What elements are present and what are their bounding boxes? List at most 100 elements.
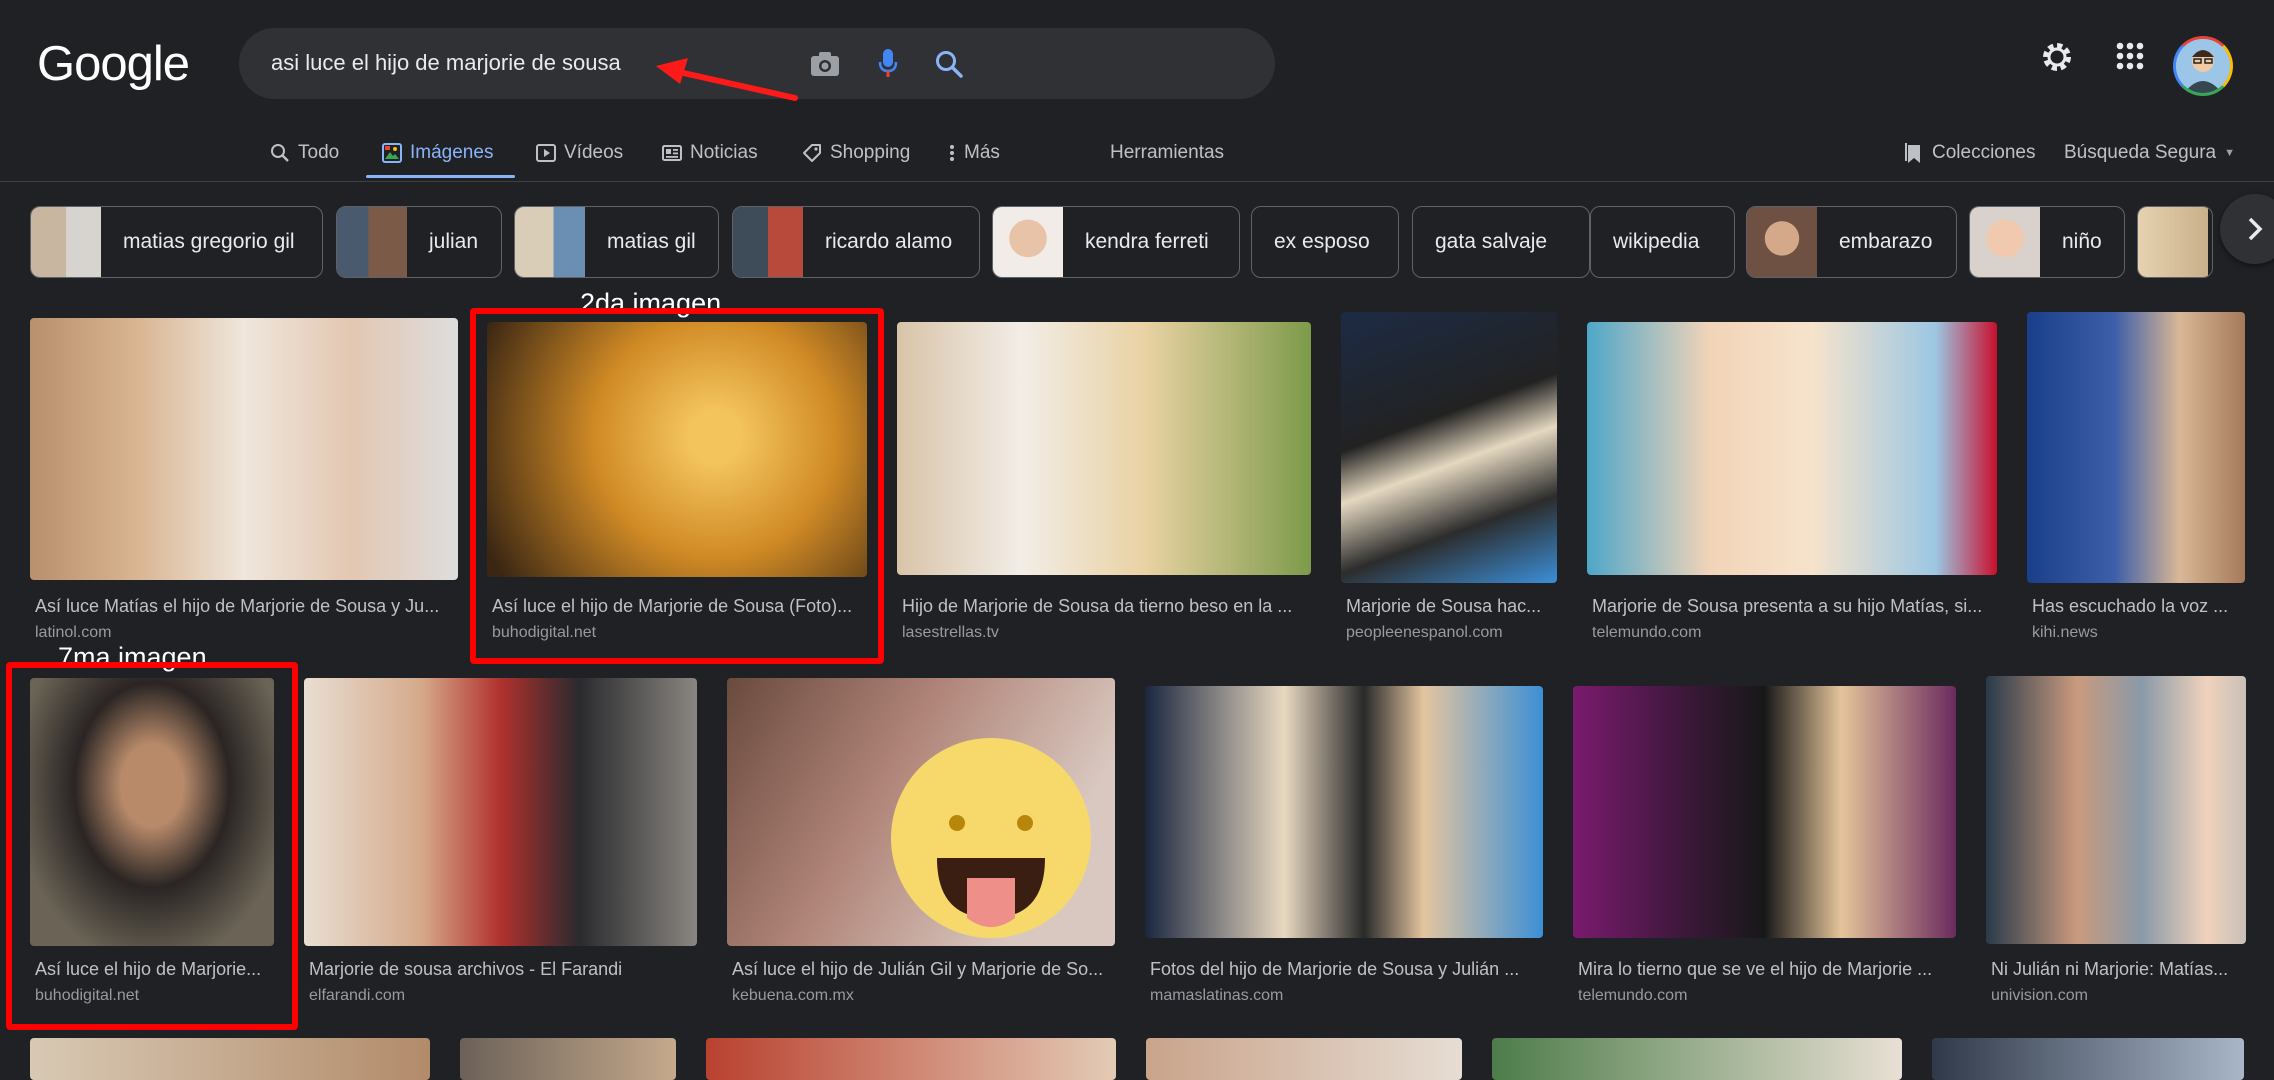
chip-wikipedia[interactable]: wikipedia — [1590, 206, 1735, 278]
mic-icon[interactable] — [870, 46, 906, 82]
camera-icon[interactable] — [807, 46, 843, 82]
result-thumbnail[interactable] — [304, 678, 697, 946]
result-card[interactable]: Marjorie de sousa archivos - El Farandi … — [304, 678, 697, 1008]
result-title[interactable]: Así luce Matías el hijo de Marjorie de S… — [35, 596, 455, 617]
chip-gata-salvaje[interactable]: gata salvaje — [1412, 206, 1590, 278]
chip-label: matias gregorio gil — [123, 230, 295, 253]
tab-label: Shopping — [830, 142, 911, 163]
result-title[interactable]: Has escuchado la voz ... — [2032, 596, 2242, 617]
result-site[interactable]: univision.com — [1991, 987, 2088, 1005]
result-site[interactable]: mamaslatinas.com — [1150, 987, 1283, 1005]
result-thumbnail[interactable] — [1146, 1038, 1462, 1080]
result-title[interactable]: Ni Julián ni Marjorie: Matías... — [1991, 959, 2243, 980]
result-thumbnail[interactable] — [706, 1038, 1116, 1080]
result-thumbnail[interactable] — [1932, 1038, 2244, 1080]
result-card[interactable] — [1492, 1038, 1902, 1080]
tab-label: Vídeos — [564, 142, 624, 163]
result-card[interactable] — [1146, 1038, 1462, 1080]
chip-matias-gil[interactable]: matias gil — [514, 206, 719, 278]
result-title[interactable]: Hijo de Marjorie de Sousa da tierno beso… — [902, 596, 1308, 617]
result-thumbnail[interactable] — [897, 322, 1311, 575]
result-card[interactable] — [30, 1038, 430, 1080]
result-thumbnail[interactable] — [460, 1038, 676, 1080]
result-card[interactable] — [1932, 1038, 2244, 1080]
result-thumbnail[interactable] — [1341, 312, 1557, 583]
tab-label: Todo — [298, 142, 340, 163]
search-icon[interactable] — [931, 46, 967, 82]
result-card[interactable]: Marjorie de Sousa hac... peopleenespanol… — [1341, 312, 1557, 642]
chip-thumbnail — [515, 207, 585, 277]
result-title[interactable]: Marjorie de sousa archivos - El Farandi — [309, 959, 695, 980]
chip-label: julian — [429, 230, 479, 253]
result-thumbnail[interactable] — [1145, 686, 1543, 938]
google-logo[interactable]: Google — [37, 36, 190, 92]
result-card[interactable]: Fotos del hijo de Marjorie de Sousa y Ju… — [1145, 686, 1543, 1008]
result-card[interactable]: Ni Julián ni Marjorie: Matías... univisi… — [1986, 676, 2246, 1008]
result-card[interactable]: Marjorie de Sousa presenta a su hijo Mat… — [1587, 322, 1997, 642]
result-thumbnail[interactable] — [1986, 676, 2246, 944]
result-card[interactable] — [460, 1038, 676, 1080]
chip-julian[interactable]: julian — [336, 206, 502, 278]
tab-more[interactable]: Más — [948, 136, 1000, 170]
chip-nino[interactable]: niño — [1969, 206, 2125, 278]
tools-button[interactable]: Herramientas — [1110, 136, 1224, 170]
result-card[interactable]: Así luce el hijo de Julián Gil y Marjori… — [727, 678, 1115, 1008]
more-vert-icon — [950, 145, 954, 161]
result-thumbnail[interactable] — [30, 318, 458, 580]
avatar[interactable] — [2173, 36, 2233, 96]
result-thumbnail[interactable] — [1587, 322, 1997, 575]
result-title[interactable]: Mira lo tierno que se ve el hijo de Marj… — [1578, 959, 1954, 980]
chip-partial[interactable] — [2137, 206, 2213, 278]
result-site[interactable]: elfarandi.com — [309, 987, 405, 1005]
chip-label: gata salvaje — [1435, 230, 1548, 253]
result-site[interactable]: latinol.com — [35, 624, 111, 642]
result-site[interactable]: telemundo.com — [1592, 624, 1701, 642]
chip-ricardo-alamo[interactable]: ricardo alamo — [732, 206, 980, 278]
chip-matias-gregorio-gil[interactable]: matias gregorio gil — [30, 206, 323, 278]
result-card[interactable]: Así luce Matías el hijo de Marjorie de S… — [30, 318, 458, 641]
result-card[interactable]: Has escuchado la voz ... kihi.news — [2027, 312, 2245, 642]
result-thumbnail[interactable] — [1492, 1038, 1902, 1080]
result-title[interactable]: Fotos del hijo de Marjorie de Sousa y Ju… — [1150, 959, 1542, 980]
tab-news[interactable]: Noticias — [662, 136, 758, 170]
tab-videos[interactable]: Vídeos — [536, 136, 623, 170]
chip-thumbnail — [337, 207, 407, 277]
chip-thumbnail — [733, 207, 803, 277]
collections-button[interactable]: Colecciones — [1904, 136, 2036, 170]
result-card[interactable]: Hijo de Marjorie de Sousa da tierno beso… — [897, 322, 1311, 642]
result-site[interactable]: peopleenespanol.com — [1346, 624, 1503, 642]
result-site[interactable]: lasestrellas.tv — [902, 624, 999, 642]
result-thumbnail[interactable] — [30, 1038, 430, 1080]
result-title[interactable]: Marjorie de Sousa presenta a su hijo Mat… — [1592, 596, 1994, 617]
apps-grid-icon[interactable] — [2114, 40, 2146, 77]
chip-thumbnail — [1747, 207, 1817, 277]
result-site[interactable]: kihi.news — [2032, 624, 2098, 642]
result-site[interactable]: telemundo.com — [1578, 987, 1687, 1005]
chip-label: wikipedia — [1613, 230, 1700, 253]
tab-images[interactable]: Imágenes — [382, 136, 493, 170]
chips-next-button[interactable] — [2220, 194, 2274, 264]
result-title[interactable]: Marjorie de Sousa hac... — [1346, 596, 1556, 617]
result-title[interactable]: Así luce el hijo de Julián Gil y Marjori… — [732, 959, 1114, 980]
result-card[interactable] — [706, 1038, 1116, 1080]
chip-ex-esposo[interactable]: ex esposo — [1251, 206, 1399, 278]
result-thumbnail[interactable] — [727, 678, 1115, 946]
annotation-arrow — [656, 58, 798, 101]
chip-label: niño — [2062, 230, 2102, 253]
search-input[interactable]: asi luce el hijo de marjorie de sousa — [271, 50, 621, 76]
header-divider — [0, 181, 2274, 182]
result-card[interactable]: Mira lo tierno que se ve el hijo de Marj… — [1573, 686, 1956, 1008]
chip-embarazo[interactable]: embarazo — [1746, 206, 1957, 278]
result-site[interactable]: kebuena.com.mx — [732, 987, 854, 1005]
active-tab-indicator — [366, 175, 515, 178]
result-thumbnail[interactable] — [1573, 686, 1956, 938]
tab-all[interactable]: Todo — [270, 136, 339, 170]
chip-kendra-ferreti[interactable]: kendra ferreti — [992, 206, 1240, 278]
caret-down-icon: ▼ — [2224, 147, 2236, 159]
gear-icon[interactable] — [2040, 40, 2074, 79]
tab-shopping[interactable]: Shopping — [802, 136, 910, 170]
safesearch-button[interactable]: Búsqueda Segura ▼ — [2064, 136, 2235, 170]
chip-label: matias gil — [607, 230, 696, 253]
tab-label: Noticias — [690, 142, 758, 163]
result-thumbnail[interactable] — [2027, 312, 2245, 583]
